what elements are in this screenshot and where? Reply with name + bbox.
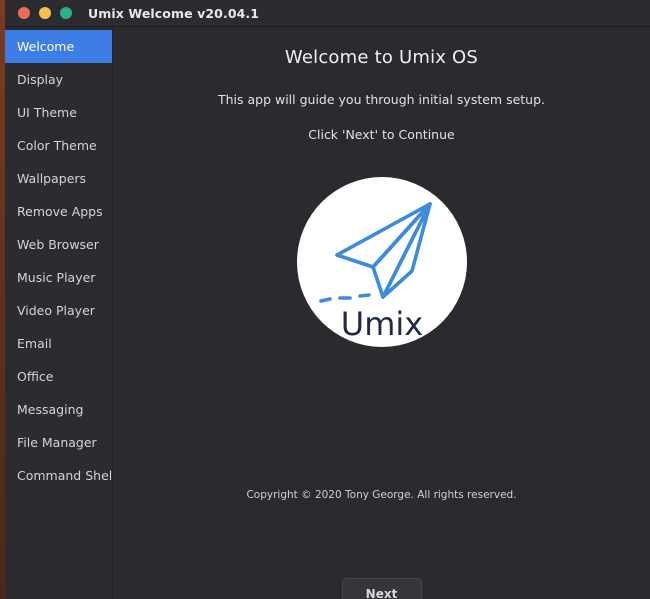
sidebar-item-remove-apps[interactable]: Remove Apps <box>5 195 112 228</box>
welcome-description: This app will guide you through initial … <box>217 92 546 107</box>
sidebar-item-label: UI Theme <box>17 105 77 120</box>
sidebar-item-command-shell[interactable]: Command Shell <box>5 459 116 492</box>
sidebar-item-file-manager[interactable]: File Manager <box>5 426 112 459</box>
window-body: Welcome Display UI Theme Color Theme Wal… <box>5 27 650 599</box>
sidebar-item-web-browser[interactable]: Web Browser <box>5 228 112 261</box>
welcome-page-content: Welcome to Umix OS This app will guide y… <box>113 27 650 599</box>
sidebar-item-video-player[interactable]: Video Player <box>5 294 112 327</box>
sidebar-item-label: Music Player <box>17 270 96 285</box>
sidebar-item-wallpapers[interactable]: Wallpapers <box>5 162 112 195</box>
sidebar-navigation: Welcome Display UI Theme Color Theme Wal… <box>5 27 116 599</box>
logo-wordmark: Umix <box>340 305 422 343</box>
umix-logo: Umix <box>296 177 467 347</box>
page-footer: Next <box>113 578 650 599</box>
sidebar-item-label: Web Browser <box>17 237 99 252</box>
next-button[interactable]: Next <box>341 578 422 599</box>
sidebar-item-email[interactable]: Email <box>5 327 112 360</box>
window-controls <box>5 7 72 19</box>
sidebar-item-label: Video Player <box>17 303 95 318</box>
sidebar-item-label: Wallpapers <box>17 171 87 186</box>
maximize-button[interactable] <box>60 7 72 19</box>
sidebar-item-label: Email <box>17 336 52 351</box>
sidebar-item-office[interactable]: Office <box>5 360 112 393</box>
sidebar-item-color-theme[interactable]: Color Theme <box>5 129 112 162</box>
sidebar-item-messaging[interactable]: Messaging <box>5 393 112 426</box>
sidebar-item-label: Remove Apps <box>17 204 103 219</box>
window-titlebar: Umix Welcome v20.04.1 <box>5 0 650 27</box>
logo-container: Umix <box>113 177 650 347</box>
close-button[interactable] <box>18 7 30 19</box>
sidebar-item-label: Command Shell <box>17 468 116 483</box>
sidebar-item-welcome[interactable]: Welcome <box>5 30 112 63</box>
minimize-button[interactable] <box>39 7 51 19</box>
sidebar-item-label: Color Theme <box>17 138 97 153</box>
sidebar-item-music-player[interactable]: Music Player <box>5 261 112 294</box>
welcome-instruction: Click 'Next' to Continue <box>308 127 455 142</box>
sidebar-item-label: Display <box>17 72 64 87</box>
sidebar-item-label: File Manager <box>17 435 97 450</box>
copyright-notice: Copyright © 2020 Tony George. All rights… <box>246 489 517 501</box>
page-title: Welcome to Umix OS <box>284 47 479 68</box>
umix-welcome-window: Umix Welcome v20.04.1 Welcome Display UI… <box>5 0 650 599</box>
sidebar-item-label: Welcome <box>17 39 75 54</box>
sidebar-item-label: Messaging <box>17 402 84 417</box>
sidebar-item-ui-theme[interactable]: UI Theme <box>5 96 112 129</box>
window-title: Umix Welcome v20.04.1 <box>88 5 260 21</box>
paper-plane-icon: Umix <box>318 202 432 343</box>
sidebar-item-display[interactable]: Display <box>5 63 112 96</box>
sidebar-item-label: Office <box>17 369 54 384</box>
